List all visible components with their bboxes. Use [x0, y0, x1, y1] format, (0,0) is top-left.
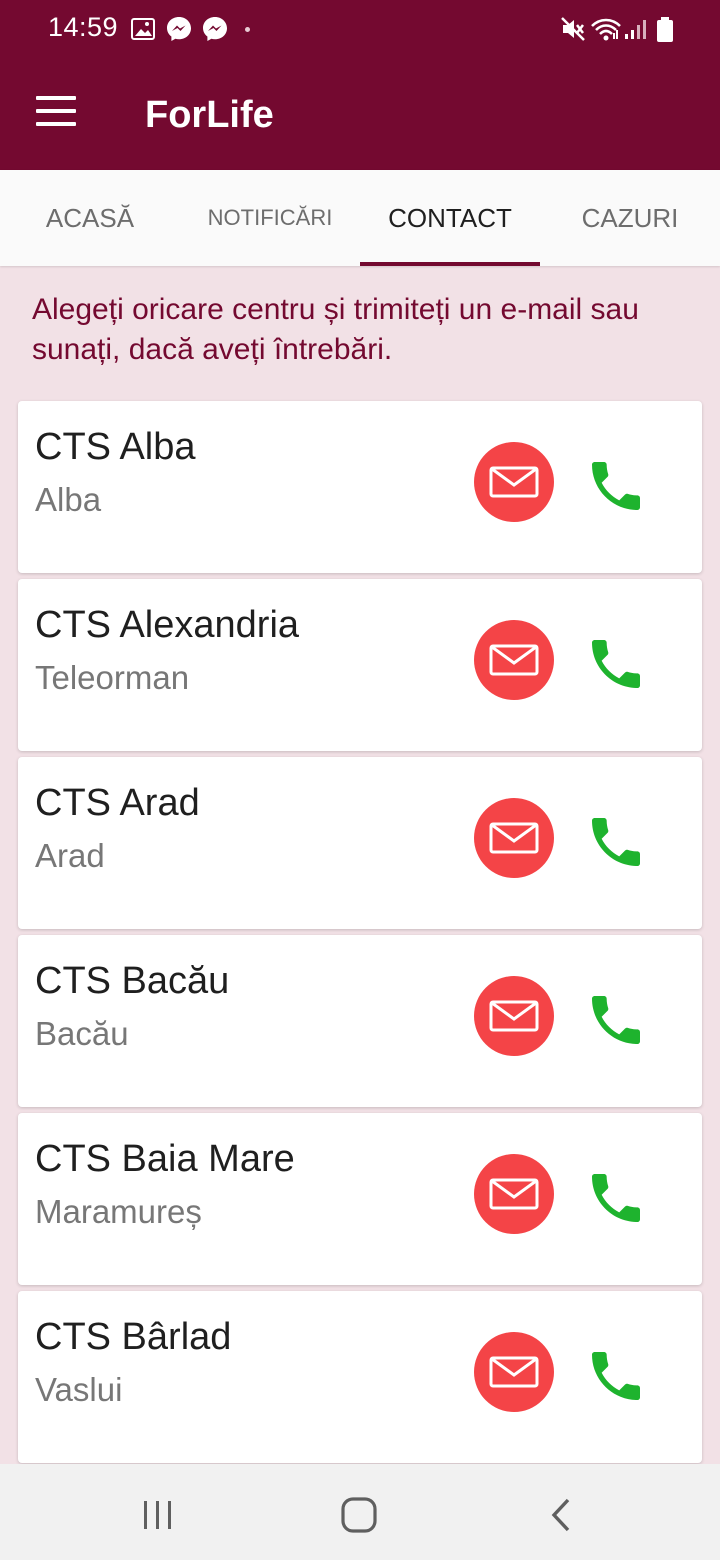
center-card-alba[interactable]: CTS Alba Alba	[18, 401, 702, 573]
home-icon[interactable]	[340, 1496, 378, 1534]
status-time: 14:59	[48, 12, 119, 42]
tab-cazuri[interactable]: CAZURI	[540, 170, 720, 266]
intro-text: Alegeți oricare centru și trimiteți un e…	[32, 293, 639, 366]
phone-icon[interactable]	[584, 1166, 648, 1230]
gallery-icon	[131, 18, 155, 40]
envelope-icon	[489, 1356, 539, 1388]
menu-icon[interactable]	[36, 96, 76, 126]
center-county: Teleorman	[35, 659, 190, 696]
app-bar: ForLife	[0, 60, 720, 170]
email-button[interactable]	[474, 620, 554, 700]
center-county: Bacău	[35, 1015, 129, 1052]
center-card-alexandria[interactable]: CTS Alexandria Teleorman	[18, 579, 702, 751]
center-name: CTS Alexandria	[35, 604, 300, 646]
envelope-icon	[489, 466, 539, 498]
battery-icon	[657, 17, 673, 42]
system-nav-bar	[0, 1464, 720, 1560]
email-button[interactable]	[474, 798, 554, 878]
status-bar: 14:59	[0, 0, 720, 60]
envelope-icon	[489, 1000, 539, 1032]
recent-apps-icon[interactable]	[140, 1499, 176, 1531]
email-button[interactable]	[474, 976, 554, 1056]
phone-icon[interactable]	[584, 632, 648, 696]
center-county: Arad	[35, 837, 105, 874]
center-county: Alba	[35, 481, 102, 518]
tab-contact[interactable]: CONTACT	[360, 170, 540, 266]
center-name: CTS Arad	[35, 782, 200, 824]
messenger-icon	[203, 17, 227, 41]
envelope-icon	[489, 644, 539, 676]
email-button[interactable]	[474, 1154, 554, 1234]
phone-icon[interactable]	[584, 1344, 648, 1408]
mute-icon	[561, 17, 585, 41]
email-button[interactable]	[474, 1332, 554, 1412]
center-county: Vaslui	[35, 1371, 123, 1408]
center-name: CTS Bacău	[35, 960, 230, 1002]
center-card-bacau[interactable]: CTS Bacău Bacău	[18, 935, 702, 1107]
center-card-arad[interactable]: CTS Arad Arad	[18, 757, 702, 929]
tab-notificari[interactable]: NOTIFICĂRI	[180, 170, 360, 266]
back-icon[interactable]	[548, 1497, 574, 1533]
center-county: Maramureș	[35, 1193, 202, 1230]
center-card-baia-mare[interactable]: CTS Baia Mare Maramureș	[18, 1113, 702, 1285]
envelope-icon	[489, 822, 539, 854]
center-card-barlad[interactable]: CTS Bârlad Vaslui	[18, 1291, 702, 1463]
center-name: CTS Baia Mare	[35, 1138, 295, 1180]
envelope-icon	[489, 1178, 539, 1210]
phone-icon[interactable]	[584, 988, 648, 1052]
center-name: CTS Bârlad	[35, 1316, 232, 1358]
phone-icon[interactable]	[584, 810, 648, 874]
phone-icon[interactable]	[584, 454, 648, 518]
email-button[interactable]	[474, 442, 554, 522]
app-title: ForLife	[145, 94, 274, 136]
center-name: CTS Alba	[35, 426, 196, 468]
signal-icon	[625, 20, 646, 39]
wifi-icon	[591, 18, 621, 41]
tab-acasa[interactable]: ACASĂ	[0, 170, 180, 266]
messenger-icon	[167, 17, 191, 41]
notification-dot-icon	[245, 27, 250, 32]
tab-bar: ACASĂ NOTIFICĂRI CONTACT CAZURI	[0, 170, 720, 266]
active-tab-indicator	[360, 262, 540, 266]
